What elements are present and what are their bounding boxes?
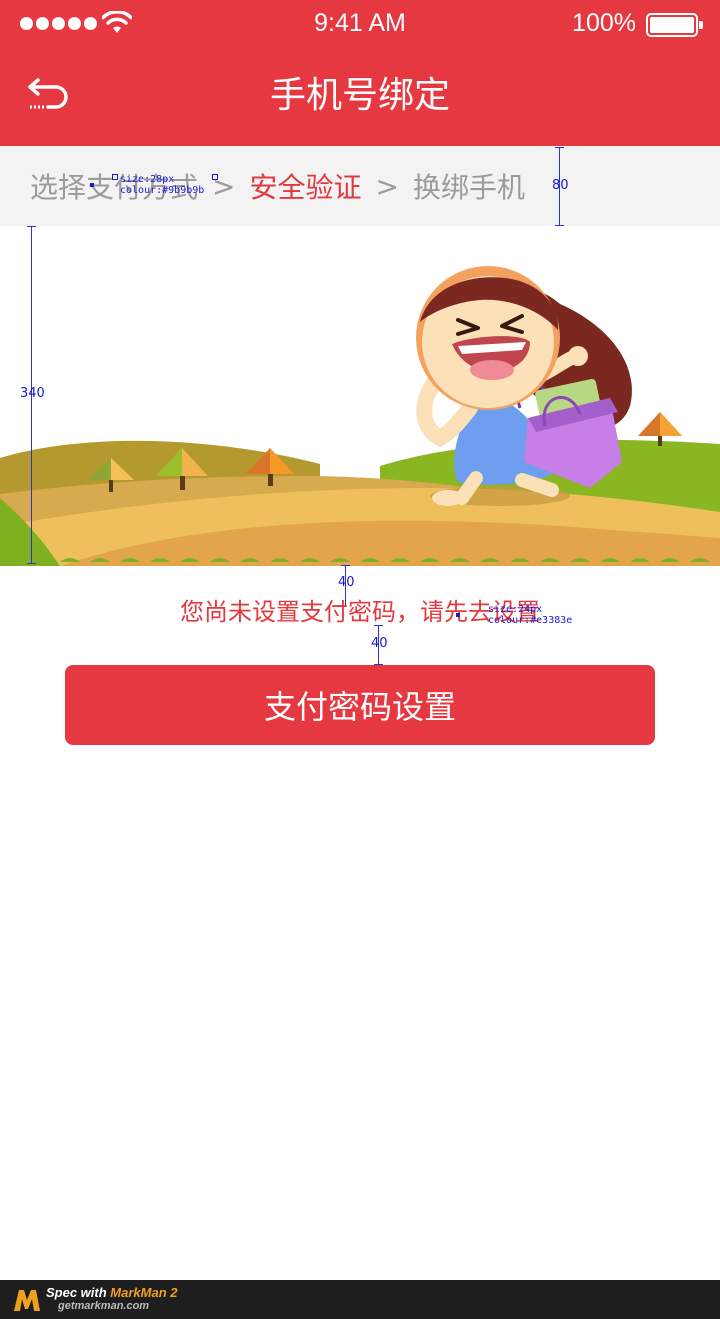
- step-security-verify: 安全验证: [249, 171, 362, 204]
- dimension-label: 40: [371, 636, 388, 651]
- dimension-label: 80: [552, 178, 569, 193]
- dimension-cap: [341, 565, 350, 566]
- step-indicator: 选择支付方式 > 安全验证 > 换绑手机: [0, 146, 720, 226]
- dimension-cap: [374, 625, 383, 626]
- spec-annotation: size:28px colour:#9b9b9b: [120, 174, 205, 196]
- step-separator: >: [375, 169, 399, 203]
- spec-marker: [456, 613, 460, 617]
- dimension-cap: [27, 563, 36, 564]
- status-bar: 9:41 AM 100%: [0, 0, 720, 48]
- dimension-label: 40: [338, 575, 355, 590]
- no-password-notice: 您尚未设置支付密码，请先去设置: [180, 598, 540, 626]
- markman-footer: Spec with MarkMan 2 getmarkman.com: [0, 1280, 720, 1319]
- page-title: 手机号绑定: [269, 75, 450, 116]
- dimension-cap: [555, 225, 564, 226]
- spec-marker: [112, 174, 118, 180]
- dimension-cap: [374, 664, 383, 665]
- set-payment-password-button[interactable]: 支付密码设置: [65, 665, 655, 745]
- girl-with-shopping-bag-illustration: [0, 226, 720, 566]
- spec-annotation: size:24px colour:#e3383e: [488, 604, 573, 626]
- markman-logo-icon: [14, 1290, 40, 1311]
- step-rebind-phone: 换绑手机: [412, 171, 525, 204]
- dimension-cap: [27, 226, 36, 227]
- dimension-label: 340: [20, 386, 45, 401]
- footer-tagline: Spec with MarkMan 2: [46, 1285, 178, 1300]
- battery-percentage: 100%: [572, 9, 636, 37]
- battery-icon: [646, 13, 703, 37]
- footer-url[interactable]: getmarkman.com: [58, 1300, 149, 1312]
- spec-marker: [212, 174, 218, 180]
- spec-marker: [90, 183, 94, 187]
- dimension-cap: [555, 147, 564, 148]
- app-header: 9:41 AM 100% 手机号绑定: [0, 0, 720, 146]
